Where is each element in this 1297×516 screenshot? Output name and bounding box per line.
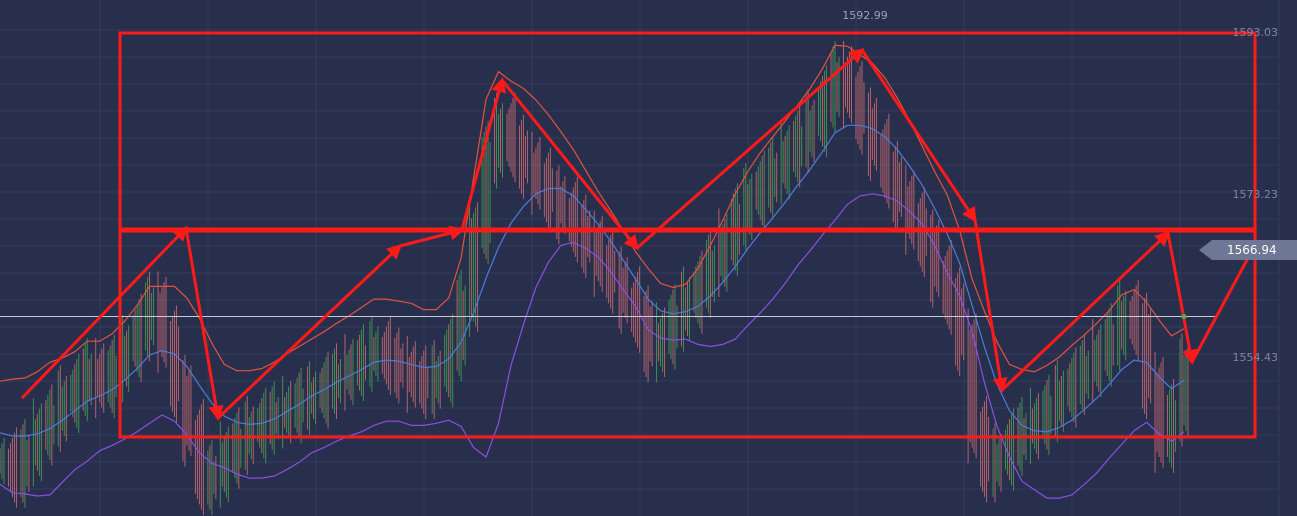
last-price-dot xyxy=(1181,314,1187,320)
chart-background xyxy=(0,0,1297,516)
current-price-tag: 1566.94 xyxy=(1199,240,1297,260)
peak-price-label: 1592.99 xyxy=(842,9,888,22)
price-chart[interactable]: 1592.99 1593.03 1573.23 1554.43 1566.94 xyxy=(0,0,1297,516)
y-tick-label: 1593.03 xyxy=(1233,26,1279,39)
current-price-label: 1566.94 xyxy=(1227,243,1277,257)
y-tick-label: 1573.23 xyxy=(1233,188,1279,201)
y-tick-label: 1554.43 xyxy=(1233,351,1279,364)
